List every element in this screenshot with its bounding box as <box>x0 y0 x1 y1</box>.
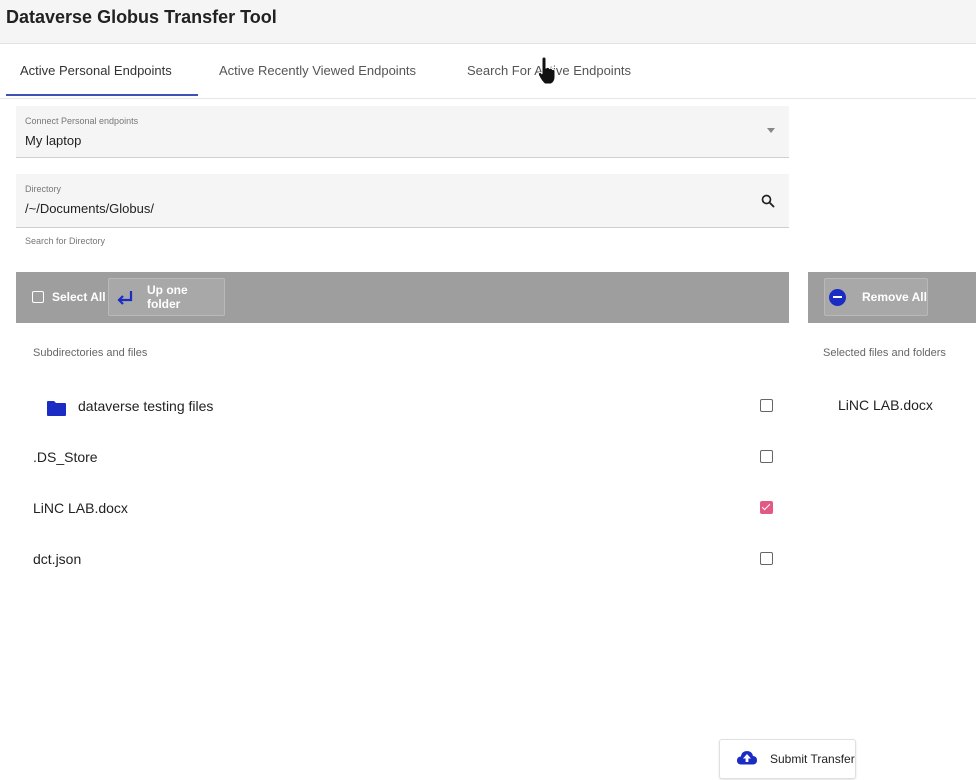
minus-circle-icon <box>829 288 846 306</box>
selected-heading: Selected files and folders <box>823 347 946 359</box>
file-name: dct.json <box>33 551 82 567</box>
files-heading: Subdirectories and files <box>33 347 148 359</box>
list-item[interactable]: .DS_Store <box>33 443 783 473</box>
file-name[interactable]: dataverse testing files <box>78 398 213 414</box>
row-checkbox[interactable] <box>760 450 773 463</box>
list-item[interactable]: dct.json <box>33 545 783 575</box>
directory-hint: Search for Directory <box>25 236 106 246</box>
folder-icon <box>46 400 67 421</box>
endpoint-select-value: My laptop <box>25 133 82 148</box>
tab-active-recently-viewed-endpoints[interactable]: Active Recently Viewed Endpoints <box>205 46 430 96</box>
selected-toolbar: Remove All <box>808 272 976 323</box>
row-checkbox[interactable] <box>760 399 773 412</box>
file-name: .DS_Store <box>33 449 98 465</box>
list-item[interactable]: LiNC LAB.docx <box>33 494 783 524</box>
selected-file-item: LiNC LAB.docx <box>838 397 933 413</box>
remove-all-label: Remove All <box>862 290 927 304</box>
directory-field-label: Directory <box>25 184 62 194</box>
search-icon[interactable] <box>761 194 775 213</box>
row-checkbox[interactable] <box>760 552 773 565</box>
hand-pointer-icon <box>536 56 558 91</box>
directory-input[interactable] <box>25 201 725 216</box>
files-toolbar: Select All Up one folder <box>16 272 789 323</box>
select-all-box[interactable] <box>32 291 44 303</box>
cloud-upload-icon <box>736 749 758 770</box>
endpoint-select-label: Connect Personal endpoints <box>25 116 139 126</box>
row-checkbox-checked[interactable] <box>760 501 773 514</box>
up-one-folder-label: Up one folder <box>147 283 188 311</box>
file-name: LiNC LAB.docx <box>33 500 128 516</box>
list-item[interactable]: dataverse testing files <box>33 392 783 422</box>
select-all-checkbox[interactable]: Select All <box>32 290 106 304</box>
submit-transfer-label: Submit Transfer <box>770 752 855 766</box>
directory-field[interactable]: Directory <box>16 174 789 228</box>
up-one-folder-button[interactable]: Up one folder <box>108 278 225 316</box>
return-arrow-icon <box>115 289 135 305</box>
endpoint-select[interactable]: Connect Personal endpoints My laptop <box>16 106 789 158</box>
remove-all-button[interactable]: Remove All <box>824 278 928 316</box>
submit-transfer-button[interactable]: Submit Transfer <box>719 739 856 779</box>
select-all-label: Select All <box>52 290 106 304</box>
tab-active-personal-endpoints[interactable]: Active Personal Endpoints <box>6 46 198 96</box>
endpoint-tabs: Active Personal Endpoints Active Recentl… <box>0 46 976 99</box>
app-title: Dataverse Globus Transfer Tool <box>6 7 277 27</box>
app-header: Dataverse Globus Transfer Tool <box>0 0 976 44</box>
dropdown-arrow-icon[interactable] <box>767 128 775 133</box>
